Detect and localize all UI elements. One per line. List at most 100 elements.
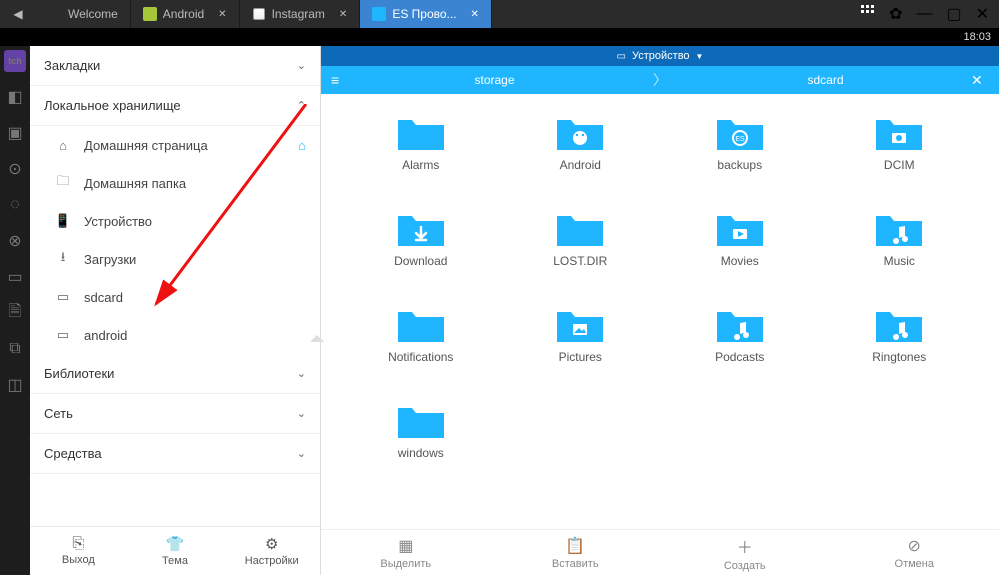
- home-page-icon: ⌂: [54, 136, 72, 154]
- sidebar-item-android[interactable]: ▭android: [30, 316, 320, 354]
- home-folder-icon: 🗀: [54, 174, 72, 192]
- tab-welcome[interactable]: Welcome: [36, 0, 131, 28]
- folder-lostdir[interactable]: LOST.DIR: [511, 204, 651, 294]
- tab-label: Instagram: [272, 7, 325, 21]
- folder-pictures[interactable]: Pictures: [511, 300, 651, 390]
- downloads-icon: ⭳: [54, 250, 72, 268]
- leftbar-item-3[interactable]: ⊙: [4, 158, 26, 180]
- folder-music[interactable]: Music: [830, 204, 970, 294]
- maximize-button[interactable]: ▢: [946, 4, 961, 24]
- folder-icon: [553, 108, 607, 154]
- leftbar-item-2[interactable]: ▣: [4, 122, 26, 144]
- section-libraries[interactable]: Библиотеки ⌄: [30, 354, 320, 394]
- home-icon: ⌂: [298, 138, 306, 153]
- device-icon: ▭: [617, 51, 626, 62]
- tabs-prev-button[interactable]: ◀: [0, 0, 36, 28]
- item-label: sdcard: [84, 290, 123, 305]
- folder-label: LOST.DIR: [553, 254, 607, 268]
- folder-dcim[interactable]: DCIM: [830, 108, 970, 198]
- folder-icon: [394, 204, 448, 250]
- tab-es[interactable]: ES Прово... ✕: [360, 0, 492, 28]
- tab-label: ES Прово...: [392, 7, 456, 21]
- folder-download[interactable]: Download: [351, 204, 491, 294]
- sidebar-settings-button[interactable]: ⚙Настройки: [223, 527, 320, 575]
- path-bar: ≡ storage 〉 sdcard ✕: [321, 66, 999, 94]
- menu-icon[interactable]: ≡: [331, 72, 349, 88]
- folder-ringtones[interactable]: Ringtones: [830, 300, 970, 390]
- sidebar-item-sdcard[interactable]: ▭sdcard: [30, 278, 320, 316]
- leftbar-item-6[interactable]: ▭: [4, 266, 26, 288]
- item-label: android: [84, 328, 127, 343]
- create-icon: ＋: [737, 534, 753, 558]
- toolbar-select-button[interactable]: ▦Выделить: [321, 530, 491, 575]
- folder-backups[interactable]: ESbackups: [670, 108, 810, 198]
- section-network[interactable]: Сеть ⌄: [30, 394, 320, 434]
- settings-gear-icon[interactable]: ✿: [889, 4, 902, 24]
- close-icon[interactable]: ✕: [218, 9, 226, 20]
- item-label: Домашняя папка: [84, 176, 186, 191]
- location-bar[interactable]: ▭ Устройство ▼: [321, 46, 999, 66]
- chevron-down-icon: ⌄: [297, 59, 306, 72]
- folder-movies[interactable]: Movies: [670, 204, 810, 294]
- sidebar: Закладки ⌄ Локальное хранилище ⌃ ⌂Домашн…: [30, 46, 321, 575]
- folder-label: backups: [717, 158, 762, 172]
- folder-label: Android: [560, 158, 601, 172]
- folder-alarms[interactable]: Alarms: [351, 108, 491, 198]
- section-label: Закладки: [44, 58, 100, 73]
- leftbar-item-7[interactable]: 🗎: [4, 302, 26, 324]
- tab-android[interactable]: Android✕: [131, 0, 240, 28]
- section-local[interactable]: Локальное хранилище ⌃: [30, 86, 320, 126]
- folder-label: Notifications: [388, 350, 453, 364]
- folder-label: Pictures: [559, 350, 602, 364]
- section-bookmarks[interactable]: Закладки ⌄: [30, 46, 320, 86]
- toolbar-create-button[interactable]: ＋ Создать: [660, 530, 830, 575]
- close-icon[interactable]: ✕: [339, 9, 347, 20]
- path-separator-icon: 〉: [640, 70, 680, 90]
- folder-notifications[interactable]: Notifications: [351, 300, 491, 390]
- section-label: Библиотеки: [44, 366, 114, 381]
- sidebar-item-device[interactable]: 📱Устройство: [30, 202, 320, 240]
- leftbar-item-4[interactable]: ◌: [4, 194, 26, 216]
- folder-icon: [872, 300, 926, 346]
- folder-label: Music: [884, 254, 915, 268]
- folder-podcasts[interactable]: Podcasts: [670, 300, 810, 390]
- path-seg-sdcard[interactable]: sdcard: [680, 73, 971, 87]
- close-window-button[interactable]: ✕: [976, 4, 989, 24]
- apps-grid-icon[interactable]: [861, 5, 875, 24]
- toolbar-paste-button[interactable]: 📋Вставить: [491, 530, 661, 575]
- minimize-button[interactable]: —: [916, 5, 932, 23]
- tab-label: Welcome: [68, 7, 118, 21]
- tab-instagram[interactable]: Instagram ✕: [240, 0, 361, 28]
- close-icon[interactable]: ✕: [471, 9, 479, 20]
- twitch-icon[interactable]: tch: [4, 50, 26, 72]
- folder-android[interactable]: Android: [511, 108, 651, 198]
- folder-windows[interactable]: windows: [351, 396, 491, 486]
- leftbar-item-9[interactable]: ◫: [4, 374, 26, 396]
- section-label: Локальное хранилище: [44, 98, 181, 113]
- button-label: Вставить: [552, 558, 599, 570]
- close-icon[interactable]: ✕: [971, 72, 989, 89]
- sidebar-item-home-page[interactable]: ⌂Домашняя страница⌂: [30, 126, 320, 164]
- folder-icon: [713, 300, 767, 346]
- sidebar-item-home-folder[interactable]: 🗀 Домашняя папка: [30, 164, 320, 202]
- button-label: Создать: [724, 560, 766, 572]
- folder-label: Podcasts: [715, 350, 764, 364]
- folder-label: Ringtones: [872, 350, 926, 364]
- folder-label: DCIM: [884, 158, 915, 172]
- leftbar-item-1[interactable]: ◧: [4, 86, 26, 108]
- leftbar-item-5[interactable]: ⊗: [4, 230, 26, 252]
- path-seg-storage[interactable]: storage: [349, 73, 640, 87]
- es-icon: [372, 7, 386, 21]
- sidebar-exit-button[interactable]: ⎘Выход: [30, 527, 127, 575]
- content-area: ▭ Устройство ▼ ≡ storage 〉 sdcard ✕ Alar…: [321, 46, 999, 575]
- leftbar-item-8[interactable]: ⧉: [4, 338, 26, 360]
- folder-icon: [713, 204, 767, 250]
- sidebar-item-downloads[interactable]: ⭳Загрузки: [30, 240, 320, 278]
- toolbar-cancel-button[interactable]: ⊘Отмена: [830, 530, 999, 575]
- sidebar-theme-button[interactable]: 👕Тема: [127, 527, 224, 575]
- chevron-down-icon: ⌄: [297, 447, 306, 460]
- section-tools[interactable]: Средства ⌄: [30, 434, 320, 474]
- device-icon: 📱: [54, 212, 72, 230]
- section-label: Сеть: [44, 406, 73, 421]
- select-icon: ▦: [398, 536, 413, 556]
